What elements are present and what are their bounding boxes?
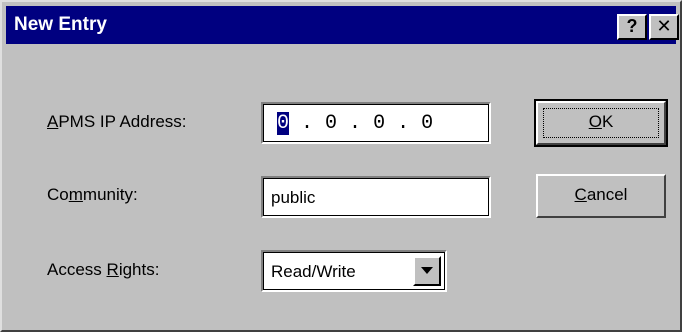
ip-address-input[interactable]: 0 . 0 . 0 . 0 [261,102,491,144]
window-title: New Entry [14,14,107,35]
access-rights-label-start: Access [47,260,107,279]
chevron-down-icon [421,267,433,274]
ip-address-label: APMS IP Address: [47,112,187,132]
community-input[interactable]: public [261,176,491,218]
cancel-button[interactable]: Cancel [536,174,666,218]
ok-button[interactable]: OK [534,99,668,147]
ip-address-label-text: PMS IP Address: [58,112,187,131]
ip-octets: 0 . 0 . 0 . 0 [277,112,433,136]
cancel-label-mnemonic: C [574,185,587,204]
close-button[interactable]: ✕ [649,14,679,40]
help-button[interactable]: ? [617,14,647,40]
community-label-start: Co [47,185,69,204]
ip-separator: . [289,112,326,135]
ip-address-label-mnemonic: A [47,112,59,131]
access-rights-value: Read/Write [271,262,356,281]
ip-separator: . [385,112,422,135]
access-rights-select[interactable]: Read/Write [261,250,447,292]
community-value: public [271,188,316,207]
help-icon: ? [626,16,638,36]
focus-rect [543,108,659,138]
cancel-label-rest: ancel [586,185,628,204]
new-entry-dialog: New Entry ? ✕ APMS IP Address: 0 . 0 . 0… [0,0,682,332]
ip-separator: . [337,112,374,135]
access-rights-label-mnemonic: R [106,260,119,279]
ip-octet-2[interactable]: 0 [325,112,337,135]
community-label-end: munity: [82,185,138,204]
ip-octet-4[interactable]: 0 [421,112,433,135]
access-rights-label: Access Rights: [47,260,159,280]
dropdown-button[interactable] [413,256,441,286]
ip-octet-1[interactable]: 0 [277,112,290,135]
close-icon: ✕ [656,16,672,36]
community-label-mnemonic: m [68,185,83,204]
title-bar[interactable]: New Entry ? ✕ [6,6,679,44]
access-rights-label-end: ights: [118,260,160,279]
ip-octet-3[interactable]: 0 [373,112,385,135]
community-label: Community: [47,185,138,205]
